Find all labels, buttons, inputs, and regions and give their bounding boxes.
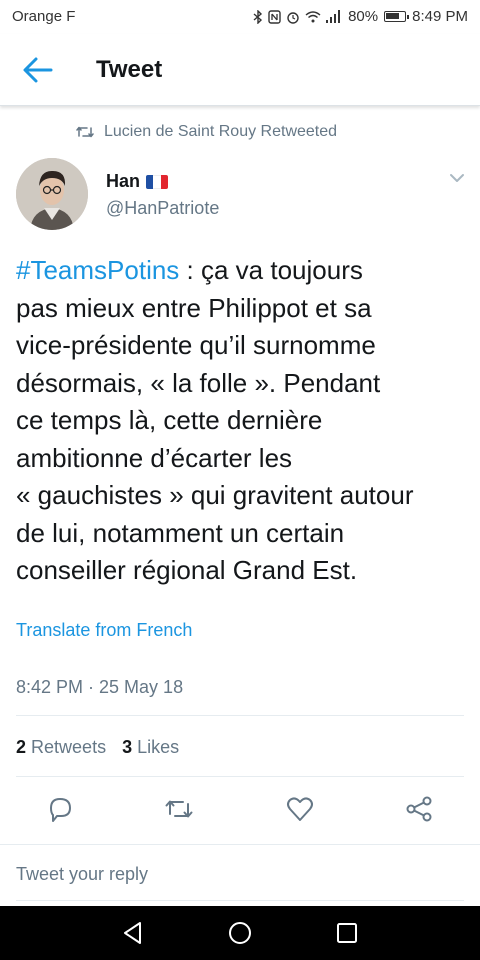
app-bar: Tweet xyxy=(0,34,480,106)
hashtag-link[interactable]: #TeamsPotins xyxy=(16,255,179,285)
likes-stat[interactable]: 3 Likes xyxy=(122,737,179,758)
system-nav-bar xyxy=(0,906,480,960)
nfc-icon xyxy=(268,9,281,24)
tweet-timestamp: 8:42 PM · 25 May 18 xyxy=(16,677,184,697)
clock: 8:49 PM xyxy=(412,8,468,25)
retweet-icon[interactable] xyxy=(164,794,194,824)
tweet-line: pas mieux entre Philippot et sa xyxy=(16,292,372,323)
avatar[interactable] xyxy=(16,158,88,230)
signal-icon xyxy=(326,10,341,23)
divider xyxy=(16,776,464,777)
share-icon[interactable] xyxy=(404,794,434,824)
battery-icon xyxy=(384,11,410,22)
page-title: Tweet xyxy=(96,56,163,83)
status-bar: Orange F 80% 8:49 PM xyxy=(0,0,480,34)
tweet-line: #TeamsPotins : ça va toujours xyxy=(16,252,466,290)
chevron-down-icon[interactable] xyxy=(448,172,466,184)
back-triangle-icon[interactable] xyxy=(120,920,146,946)
retweeted-by-label: Lucien de Saint Rouy Retweeted xyxy=(104,123,338,140)
heart-icon[interactable] xyxy=(285,794,315,824)
like-count: 3 xyxy=(122,737,133,757)
translate-link[interactable]: Translate from French xyxy=(16,620,192,641)
status-right: 80% 8:49 PM xyxy=(253,8,468,25)
retweeted-by[interactable]: Lucien de Saint Rouy Retweeted xyxy=(76,123,337,141)
reply-input[interactable]: Tweet your reply xyxy=(16,864,148,885)
tweet-stats: 2 Retweets 3 Likes xyxy=(16,737,179,758)
tweet-line: « gauchistes » qui gravitent autour xyxy=(16,480,414,510)
wifi-icon xyxy=(305,11,321,23)
divider xyxy=(16,715,464,716)
tweet-line-text: : ça va toujours xyxy=(179,255,363,285)
battery-percent: 80% xyxy=(348,8,379,25)
avatar-image xyxy=(16,158,88,230)
author-name[interactable]: Han xyxy=(106,171,168,192)
tweet-line: ambitionne d’écarter les xyxy=(16,442,293,473)
status-icons xyxy=(253,9,342,24)
tweet-line: de lui, notamment un certain xyxy=(16,517,345,548)
author-name-text: Han xyxy=(106,171,141,191)
divider xyxy=(16,900,464,901)
divider xyxy=(0,844,480,845)
bluetooth-icon xyxy=(253,9,263,24)
retweets-stat[interactable]: 2 Retweets xyxy=(16,737,106,758)
tweet-line: désormais, « la folle ». Pendant xyxy=(16,367,381,398)
author-handle[interactable]: @HanPatriote xyxy=(106,198,219,219)
alarm-icon xyxy=(287,11,299,24)
france-flag-icon xyxy=(146,174,168,189)
carrier-label: Orange F xyxy=(12,8,76,25)
recents-square-icon[interactable] xyxy=(334,920,360,946)
tweet-line: conseiller régional Grand Est. xyxy=(16,555,358,585)
tweet-line: vice-présidente qu’il surnomme xyxy=(16,330,376,360)
likes-label: Likes xyxy=(137,737,180,757)
retweets-label: Retweets xyxy=(31,737,107,757)
tweet-line: ce temps là, cette dernière xyxy=(16,405,323,435)
retweet-count: 2 xyxy=(16,737,27,757)
reply-icon[interactable] xyxy=(45,794,75,824)
back-arrow-icon[interactable] xyxy=(22,55,54,85)
tweet-text: #TeamsPotins : ça va toujours pas mieux … xyxy=(16,252,466,590)
home-circle-icon[interactable] xyxy=(227,920,253,946)
tweet-actions xyxy=(0,790,480,830)
retweet-small-icon xyxy=(76,126,94,138)
